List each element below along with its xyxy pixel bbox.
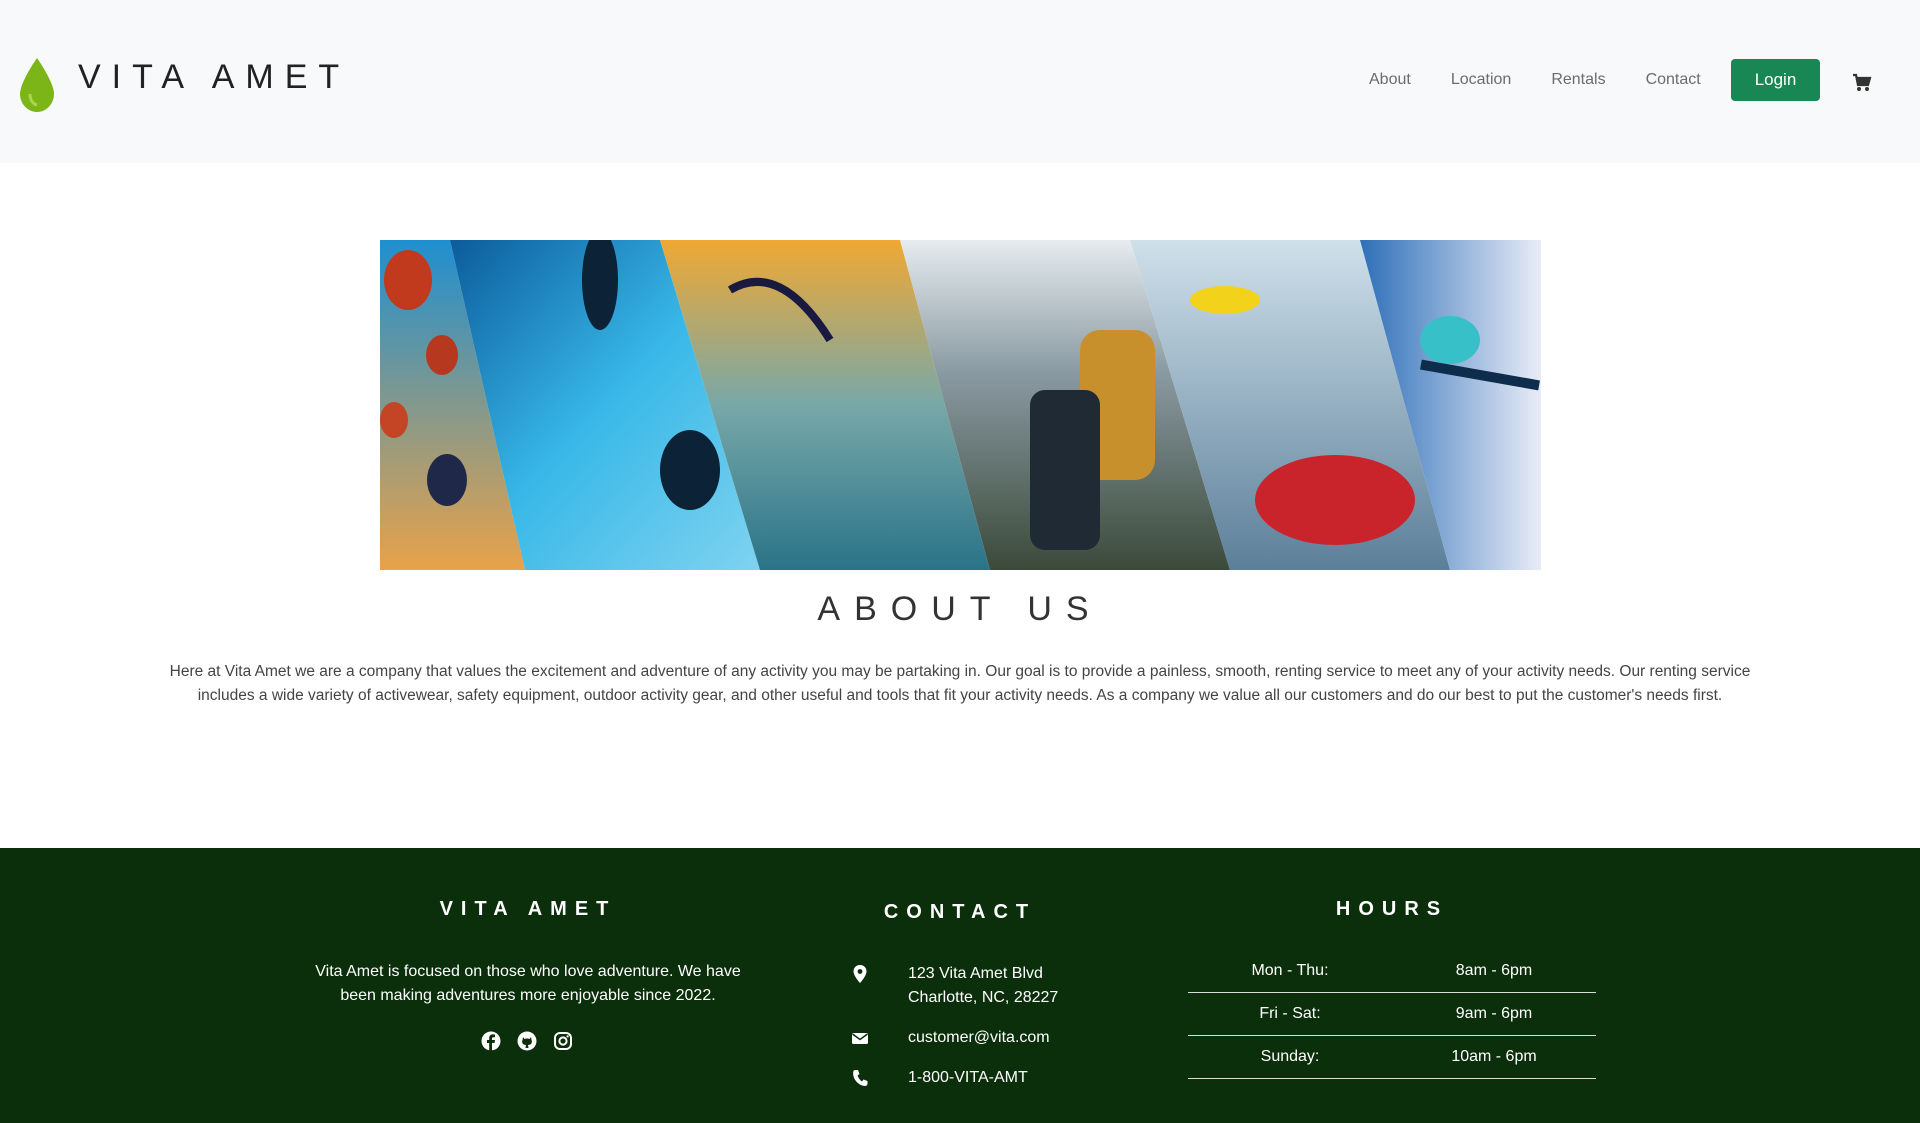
footer-hours-title: HOURS bbox=[1335, 898, 1449, 920]
hours-day: Mon - Thu: bbox=[1188, 950, 1392, 993]
water-drop-logo-icon[interactable] bbox=[18, 58, 56, 112]
footer-brand-title: VITA AMET bbox=[439, 898, 617, 920]
login-button[interactable]: Login bbox=[1731, 59, 1820, 101]
main-nav: About Location Rentals Contact bbox=[1369, 70, 1741, 90]
phone-number[interactable]: 1-800-VITA-AMT bbox=[908, 1066, 1028, 1090]
nav-location[interactable]: Location bbox=[1451, 70, 1512, 90]
site-header: VITA AMET About Location Rentals Contact… bbox=[0, 0, 1920, 163]
nav-rentals[interactable]: Rentals bbox=[1551, 70, 1605, 90]
envelope-icon bbox=[852, 1033, 868, 1044]
hours-time: 9am - 6pm bbox=[1392, 992, 1596, 1036]
hours-table: Mon - Thu: 8am - 6pm Fri - Sat: 9am - 6p… bbox=[1188, 950, 1596, 1079]
address-line-2: Charlotte, NC, 28227 bbox=[908, 989, 1059, 1006]
address-line-1: 123 Vita Amet Blvd bbox=[908, 965, 1043, 982]
instagram-icon[interactable] bbox=[553, 1031, 573, 1051]
contact-email: customer@vita.com bbox=[852, 1026, 1050, 1050]
hours-time: 8am - 6pm bbox=[1392, 950, 1596, 993]
about-us-description: Here at Vita Amet we are a company that … bbox=[169, 663, 1751, 704]
site-footer: VITA AMET Vita Amet is focused on those … bbox=[0, 848, 1920, 1123]
hours-day: Fri - Sat: bbox=[1188, 992, 1392, 1036]
social-links bbox=[481, 1031, 573, 1051]
contact-address: 123 Vita Amet Blvd Charlotte, NC, 28227 bbox=[852, 962, 1058, 1010]
nav-contact[interactable]: Contact bbox=[1646, 70, 1701, 90]
about-us-title: ABOUT US bbox=[817, 590, 1103, 628]
hours-row: Mon - Thu: 8am - 6pm bbox=[1188, 950, 1596, 993]
cart-icon[interactable] bbox=[1852, 73, 1872, 93]
adventure-collage-banner bbox=[380, 240, 1541, 570]
nav-about[interactable]: About bbox=[1369, 70, 1411, 90]
footer-contact-title: CONTACT bbox=[883, 901, 1037, 923]
map-pin-icon bbox=[853, 965, 867, 983]
contact-phone: 1-800-VITA-AMT bbox=[852, 1066, 1028, 1090]
facebook-icon[interactable] bbox=[481, 1031, 501, 1051]
hours-row: Fri - Sat: 9am - 6pm bbox=[1188, 992, 1596, 1036]
email-address[interactable]: customer@vita.com bbox=[908, 1026, 1050, 1050]
phone-icon bbox=[853, 1070, 868, 1086]
hours-day: Sunday: bbox=[1188, 1035, 1392, 1079]
github-icon[interactable] bbox=[517, 1031, 537, 1051]
collage-image bbox=[380, 240, 1541, 570]
hours-row: Sunday: 10am - 6pm bbox=[1188, 1035, 1596, 1079]
brand-name[interactable]: VITA AMET bbox=[78, 58, 350, 97]
hours-time: 10am - 6pm bbox=[1392, 1035, 1596, 1079]
footer-description: Vita Amet is focused on those who love a… bbox=[315, 963, 741, 1004]
